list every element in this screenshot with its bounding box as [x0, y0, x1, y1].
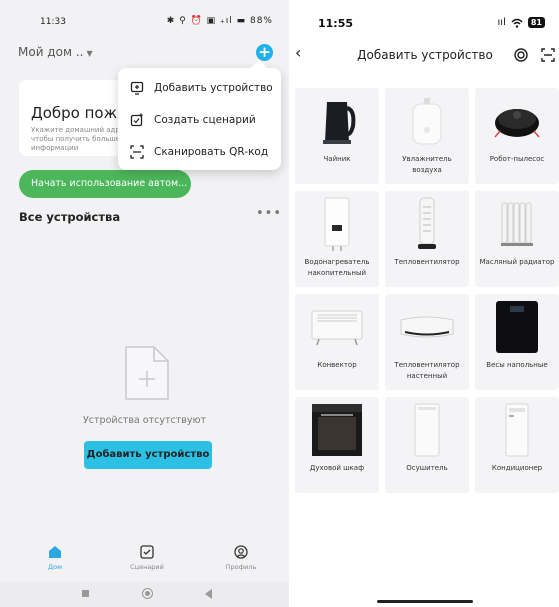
create-scene-icon [130, 113, 143, 127]
home-icon [49, 546, 61, 558]
status-time: 11:33 [40, 17, 66, 27]
status-icons: ✱ ⚲ ⏰ ▣ ₊ıl ▬ 88% [166, 16, 273, 26]
menu-item-scan-qr[interactable]: Сканировать QR-код [118, 136, 281, 168]
device-label: Водонагреватель накопительный [304, 258, 370, 277]
air-conditioner-icon [505, 403, 529, 457]
home-selector[interactable]: Мой дом .. ▼ [18, 45, 93, 59]
left-phone-screen: 11:33 ✱ ⚲ ⏰ ▣ ₊ıl ▬ 88% Мой дом .. ▼ + До… [0, 0, 289, 607]
home-name: Мой дом .. [18, 45, 84, 59]
home-indicator[interactable] [377, 600, 473, 603]
device-tile-humidifier[interactable]: Увлажнитель воздуха [385, 88, 469, 184]
device-tile-oven[interactable]: Духовой шкаф [295, 397, 379, 493]
more-dots-icon[interactable]: ••• [256, 206, 282, 221]
back-triangle-icon[interactable] [205, 589, 212, 599]
device-label: Весы напольные [486, 361, 548, 369]
device-tile-fan-heater[interactable]: Тепловентилятор [385, 191, 469, 287]
robot-vacuum-icon [494, 109, 540, 138]
empty-document-icon [124, 345, 170, 405]
bottom-navigation: Дом Сценарий Профиль [0, 541, 289, 581]
floor-scale-icon [496, 301, 538, 353]
start-automation-button[interactable]: Начать использование автом... [19, 170, 191, 198]
right-phone-screen: 11:55 ııl 81 ‹ Добавить устройство Чайни… [291, 0, 559, 607]
dehumidifier-icon [414, 403, 440, 457]
device-tile-convector[interactable]: Конвектор [295, 294, 379, 390]
scan-qr-icon [130, 145, 144, 159]
all-devices-title: Все устройства [19, 210, 121, 224]
menu-item-label: Создать сценарий [154, 114, 256, 126]
menu-item-create-scene[interactable]: Создать сценарий [118, 104, 281, 136]
water-heater-icon [324, 197, 350, 251]
chevron-down-icon: ▼ [86, 49, 93, 58]
device-label: Масляный радиатор [479, 258, 555, 266]
nav-item-home[interactable]: Дом [25, 545, 85, 571]
signal-icon: ııl [497, 17, 506, 28]
popup-menu: Добавить устройство Создать сценарий Ска… [118, 59, 281, 170]
recent-apps-icon[interactable] [82, 590, 89, 597]
nav-label: Профиль [225, 563, 257, 571]
device-tile-oil-radiator[interactable]: Масляный радиатор [475, 191, 559, 287]
scan-icon[interactable] [541, 48, 555, 62]
device-label: Робот-пылесос [489, 155, 545, 163]
kettle-icon [323, 102, 356, 144]
nav-item-scene[interactable]: Сценарий [117, 545, 177, 571]
add-device-icon [130, 81, 144, 95]
device-label: Тепловентилятор настенный [394, 361, 460, 380]
add-device-button[interactable]: Добавить устройство [84, 441, 212, 469]
device-label: Конвектор [317, 361, 357, 369]
device-label: Тепловентилятор [394, 258, 460, 266]
device-label: Увлажнитель воздуха [402, 155, 452, 174]
nav-item-profile[interactable]: Профиль [211, 545, 271, 571]
menu-item-label: Добавить устройство [154, 82, 273, 94]
battery-level: 81 [527, 17, 545, 28]
wifi-icon [511, 18, 523, 28]
humidifier-icon [412, 98, 442, 145]
device-tile-robot-vacuum[interactable]: Робот-пылесос [475, 88, 559, 184]
device-label: Чайник [323, 155, 351, 163]
nav-label: Дом [48, 563, 62, 571]
device-tile-kettle[interactable]: Чайник [295, 88, 379, 184]
device-tile-floor-scale[interactable]: Весы напольные [475, 294, 559, 390]
device-tile-dehumidifier[interactable]: Осушитель [385, 397, 469, 493]
system-navigation-bar [0, 582, 289, 607]
fan-heater-icon [418, 197, 436, 249]
target-icon[interactable] [514, 48, 528, 62]
device-label: Осушитель [406, 464, 448, 472]
status-time: 11:55 [318, 17, 354, 30]
convector-icon [311, 310, 363, 346]
nav-label: Сценарий [130, 563, 164, 571]
wall-heater-icon [400, 316, 454, 338]
profile-icon [234, 545, 248, 559]
status-bar: 11:33 ✱ ⚲ ⏰ ▣ ₊ıl ▬ 88% [0, 0, 289, 42]
home-button-icon[interactable] [142, 588, 153, 599]
oven-icon [312, 404, 362, 456]
menu-item-label: Сканировать QR-код [154, 146, 269, 158]
scene-icon [140, 545, 154, 559]
status-icons: ııl 81 [498, 17, 545, 28]
empty-devices-text: Устройства отсутствуют [83, 415, 206, 426]
device-tile-water-heater[interactable]: Водонагреватель накопительный [295, 191, 379, 287]
oil-radiator-icon [501, 202, 533, 246]
device-label: Кондиционер [491, 464, 543, 472]
device-tile-wall-heater[interactable]: Тепловентилятор настенный [385, 294, 469, 390]
device-tile-air-conditioner[interactable]: Кондиционер [475, 397, 559, 493]
menu-item-add-device[interactable]: Добавить устройство [118, 72, 281, 104]
device-label: Духовой шкаф [309, 464, 365, 472]
